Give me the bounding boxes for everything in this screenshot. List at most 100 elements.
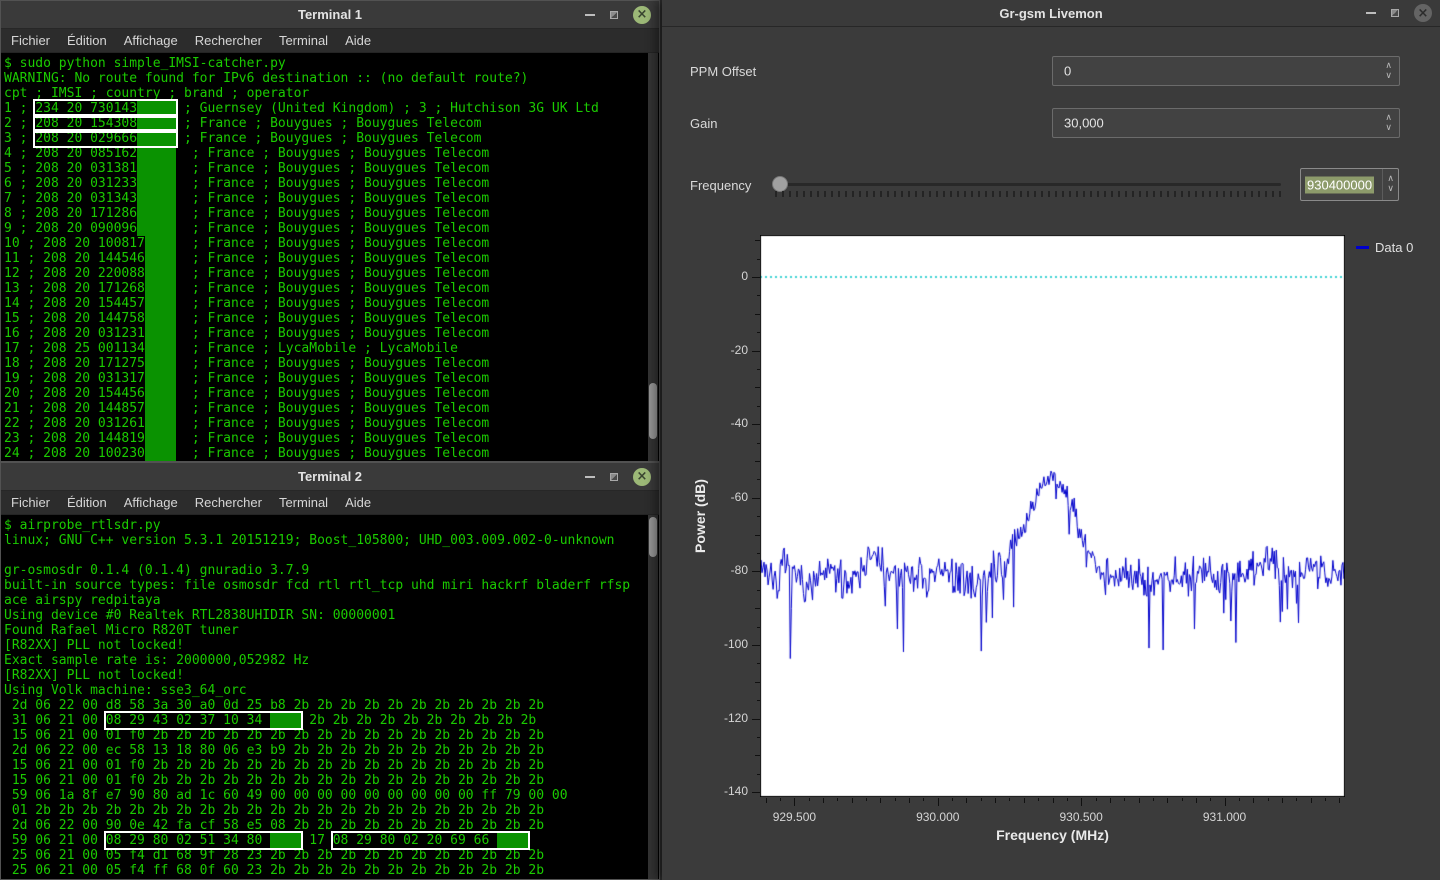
- x-tick: [1296, 798, 1298, 801]
- menu-item[interactable]: Rechercher: [195, 495, 262, 510]
- redaction-block: [144, 251, 177, 266]
- redaction-block: [144, 296, 177, 311]
- legend-label: Data 0: [1375, 240, 1414, 255]
- x-tick: [1081, 798, 1083, 806]
- y-tick-label: -140: [723, 784, 748, 799]
- minimize-icon[interactable]: [585, 13, 595, 16]
- menu-item[interactable]: Affichage: [124, 495, 178, 510]
- terminal-line: cpt ; IMSI ; country ; brand ; operator: [4, 86, 310, 101]
- redaction-block: [497, 833, 529, 848]
- x-tick-label: 930.500: [1059, 810, 1103, 824]
- x-axis-label: Frequency (MHz): [996, 827, 1109, 843]
- terminal1-titlebar[interactable]: Terminal 1 ×: [1, 1, 659, 29]
- x-tick: [923, 798, 925, 801]
- y-tick-label: -20: [730, 342, 748, 357]
- terminal2-scrollbar[interactable]: [648, 515, 658, 879]
- ppm-offset-input[interactable]: 0 ∧ ∨: [1052, 56, 1400, 86]
- menu-item[interactable]: Terminal: [279, 495, 328, 510]
- terminal-line: 11 ; 208 20 144546 ; France ; Bouygues ;…: [4, 251, 490, 266]
- frequency-input[interactable]: 930400000 ∧ ∨: [1300, 168, 1399, 201]
- close-icon[interactable]: ×: [633, 467, 651, 486]
- gain-input[interactable]: 30,000 ∧ ∨: [1052, 108, 1400, 138]
- terminal2-scroll-thumb[interactable]: [649, 517, 657, 557]
- menu-item[interactable]: Fichier: [11, 33, 50, 48]
- redaction-block: [270, 713, 302, 728]
- menu-item[interactable]: Terminal: [279, 33, 328, 48]
- restore-icon[interactable]: [610, 10, 618, 19]
- highlight-box: 208 20 029666: [33, 129, 179, 148]
- redaction-block: [137, 221, 177, 236]
- terminal-line: 01 2b 2b 2b 2b 2b 2b 2b 2b 2b 2b 2b 2b 2…: [4, 803, 545, 818]
- terminal-line: Using Volk machine: sse3_64_orc: [4, 683, 247, 698]
- terminal2-window: Terminal 2 × Fichier Édition Affichage Rech…: [0, 462, 660, 880]
- terminal2-titlebar[interactable]: Terminal 2 ×: [1, 463, 659, 491]
- x-tick: [966, 798, 968, 803]
- terminal1-content[interactable]: $ sudo python simple_IMSI-catcher.py WARN…: [1, 53, 659, 461]
- x-tick: [1181, 798, 1183, 801]
- frequency-slider-handle[interactable]: [772, 176, 788, 192]
- x-tick-label: 930.000: [916, 810, 960, 824]
- highlight-box: 08 29 80 02 20 69 66: [330, 831, 531, 850]
- y-tick-label: -120: [723, 710, 748, 725]
- terminal1-title: Terminal 1: [297, 7, 363, 22]
- menu-item[interactable]: Affichage: [124, 33, 178, 48]
- redaction-block: [137, 101, 177, 116]
- spin-up-icon[interactable]: ∧: [1385, 113, 1392, 123]
- redaction-block: [137, 191, 177, 206]
- menu-item[interactable]: Aide: [345, 33, 371, 48]
- x-tick: [866, 798, 868, 801]
- terminal-line: 20 ; 208 20 154456 ; France ; Bouygues ;…: [4, 386, 490, 401]
- x-tick: [1224, 798, 1226, 806]
- livemon-titlebar[interactable]: Gr-gsm Livemon ×: [662, 0, 1440, 27]
- close-icon[interactable]: ×: [633, 5, 651, 24]
- x-tick: [808, 798, 810, 801]
- terminal-line: 24 ; 208 20 100230 ; France ; Bouygues ;…: [4, 446, 490, 461]
- menu-item[interactable]: Rechercher: [195, 33, 262, 48]
- terminal-line: 12 ; 208 20 220088 ; France ; Bouygues ;…: [4, 266, 490, 281]
- redaction-block: [144, 311, 177, 326]
- x-tick: [995, 798, 997, 803]
- frequency-slider-track[interactable]: [775, 183, 1281, 186]
- restore-icon[interactable]: [610, 472, 618, 481]
- x-tick: [1138, 798, 1140, 803]
- spin-up-icon[interactable]: ∧: [1387, 175, 1394, 184]
- x-tick: [780, 798, 782, 801]
- x-tick: [1124, 798, 1126, 801]
- menu-item[interactable]: Fichier: [11, 495, 50, 510]
- minimize-icon[interactable]: [585, 475, 595, 478]
- menu-item[interactable]: Édition: [67, 495, 107, 510]
- terminal-line: 18 ; 208 20 171275 ; France ; Bouygues ;…: [4, 356, 490, 371]
- spin-down-icon[interactable]: ∨: [1385, 71, 1392, 81]
- redaction-block: [144, 281, 177, 296]
- terminal-line: $ sudo python simple_IMSI-catcher.py: [4, 56, 286, 71]
- close-icon[interactable]: ×: [1414, 4, 1432, 22]
- terminal-line: 5 ; 208 20 031381 ; France ; Bouygues ; …: [4, 161, 490, 176]
- x-tick: [1109, 798, 1111, 803]
- redaction-block: [144, 416, 177, 431]
- menu-item[interactable]: Édition: [67, 33, 107, 48]
- terminal2-content[interactable]: $ airprobe_rtlsdr.py linux; GNU C++ versi…: [1, 515, 659, 879]
- spin-up-icon[interactable]: ∧: [1385, 61, 1392, 71]
- terminal-line: 13 ; 208 20 171268 ; France ; Bouygues ;…: [4, 281, 490, 296]
- y-tick-label: -100: [723, 636, 748, 651]
- terminal-line: WARNING: No route found for IPv6 destina…: [4, 71, 529, 86]
- x-tick: [823, 798, 825, 803]
- highlight-box: 08 29 80 02 51 34 80: [103, 831, 304, 850]
- terminal1-scrollbar[interactable]: [648, 53, 658, 461]
- terminal-line: gr-osmosdr 0.1.4 (0.1.4) gnuradio 3.7.9: [4, 563, 310, 578]
- spin-down-icon[interactable]: ∨: [1387, 185, 1394, 194]
- menu-item[interactable]: Aide: [345, 495, 371, 510]
- restore-icon[interactable]: [1391, 9, 1399, 17]
- redaction-block: [137, 116, 177, 131]
- x-tick: [1253, 798, 1255, 803]
- minimize-icon[interactable]: [1366, 12, 1376, 14]
- spin-down-icon[interactable]: ∨: [1385, 123, 1392, 133]
- redaction-block: [270, 833, 302, 848]
- terminal1-scroll-thumb[interactable]: [649, 383, 657, 439]
- terminal-line: 15 06 21 00 01 f0 2b 2b 2b 2b 2b 2b 2b 2…: [4, 728, 545, 743]
- redaction-block: [144, 386, 177, 401]
- x-tick: [1038, 798, 1040, 801]
- livemon-window: Gr-gsm Livemon × PPM Offset 0 ∧ ∨ Gain 30…: [662, 0, 1440, 880]
- y-axis-label: Power (dB): [692, 479, 708, 553]
